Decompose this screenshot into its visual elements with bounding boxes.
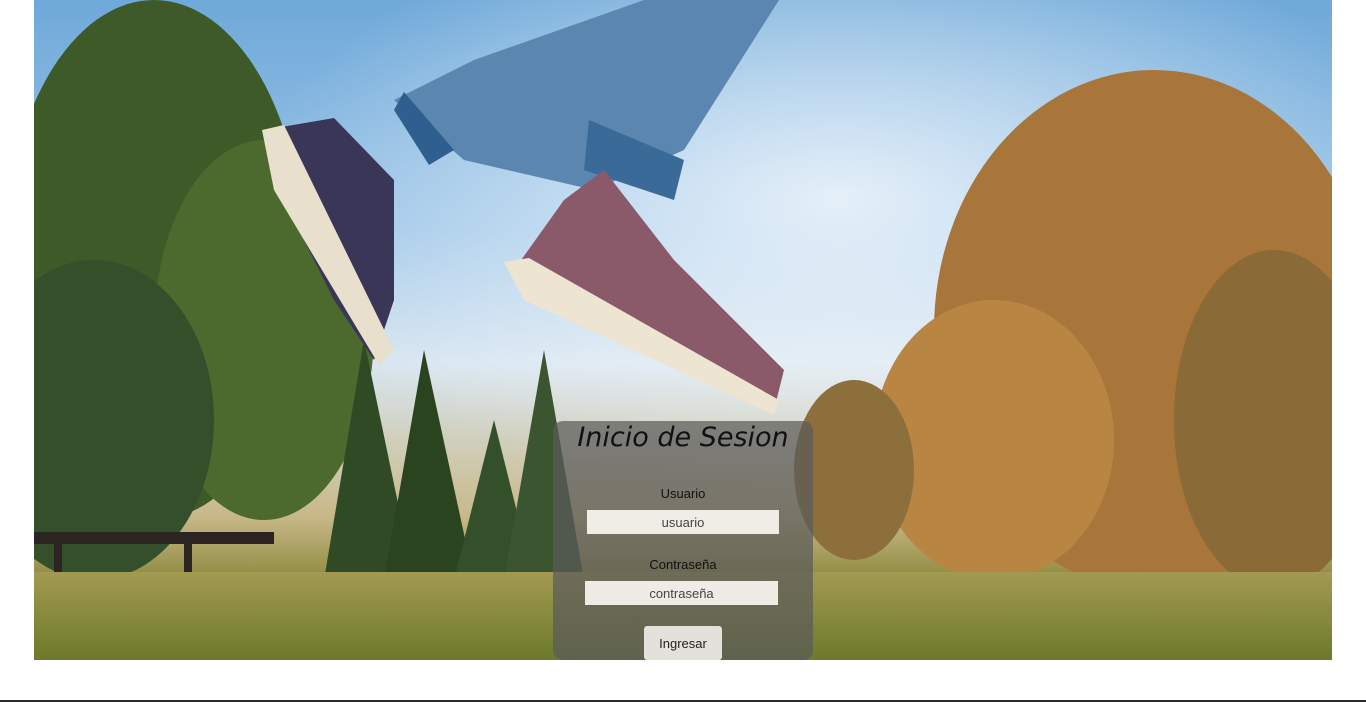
username-input[interactable] <box>587 510 779 534</box>
login-page: Inicio de Sesion Usuario Contraseña Ingr… <box>0 0 1366 702</box>
username-label: Usuario <box>660 486 706 501</box>
login-title: Inicio de Sesion <box>577 422 789 453</box>
password-label: Contraseña <box>649 557 717 572</box>
login-panel: Inicio de Sesion Usuario Contraseña Ingr… <box>553 421 813 660</box>
login-submit-button[interactable]: Ingresar <box>644 626 722 660</box>
password-input[interactable] <box>585 581 778 605</box>
